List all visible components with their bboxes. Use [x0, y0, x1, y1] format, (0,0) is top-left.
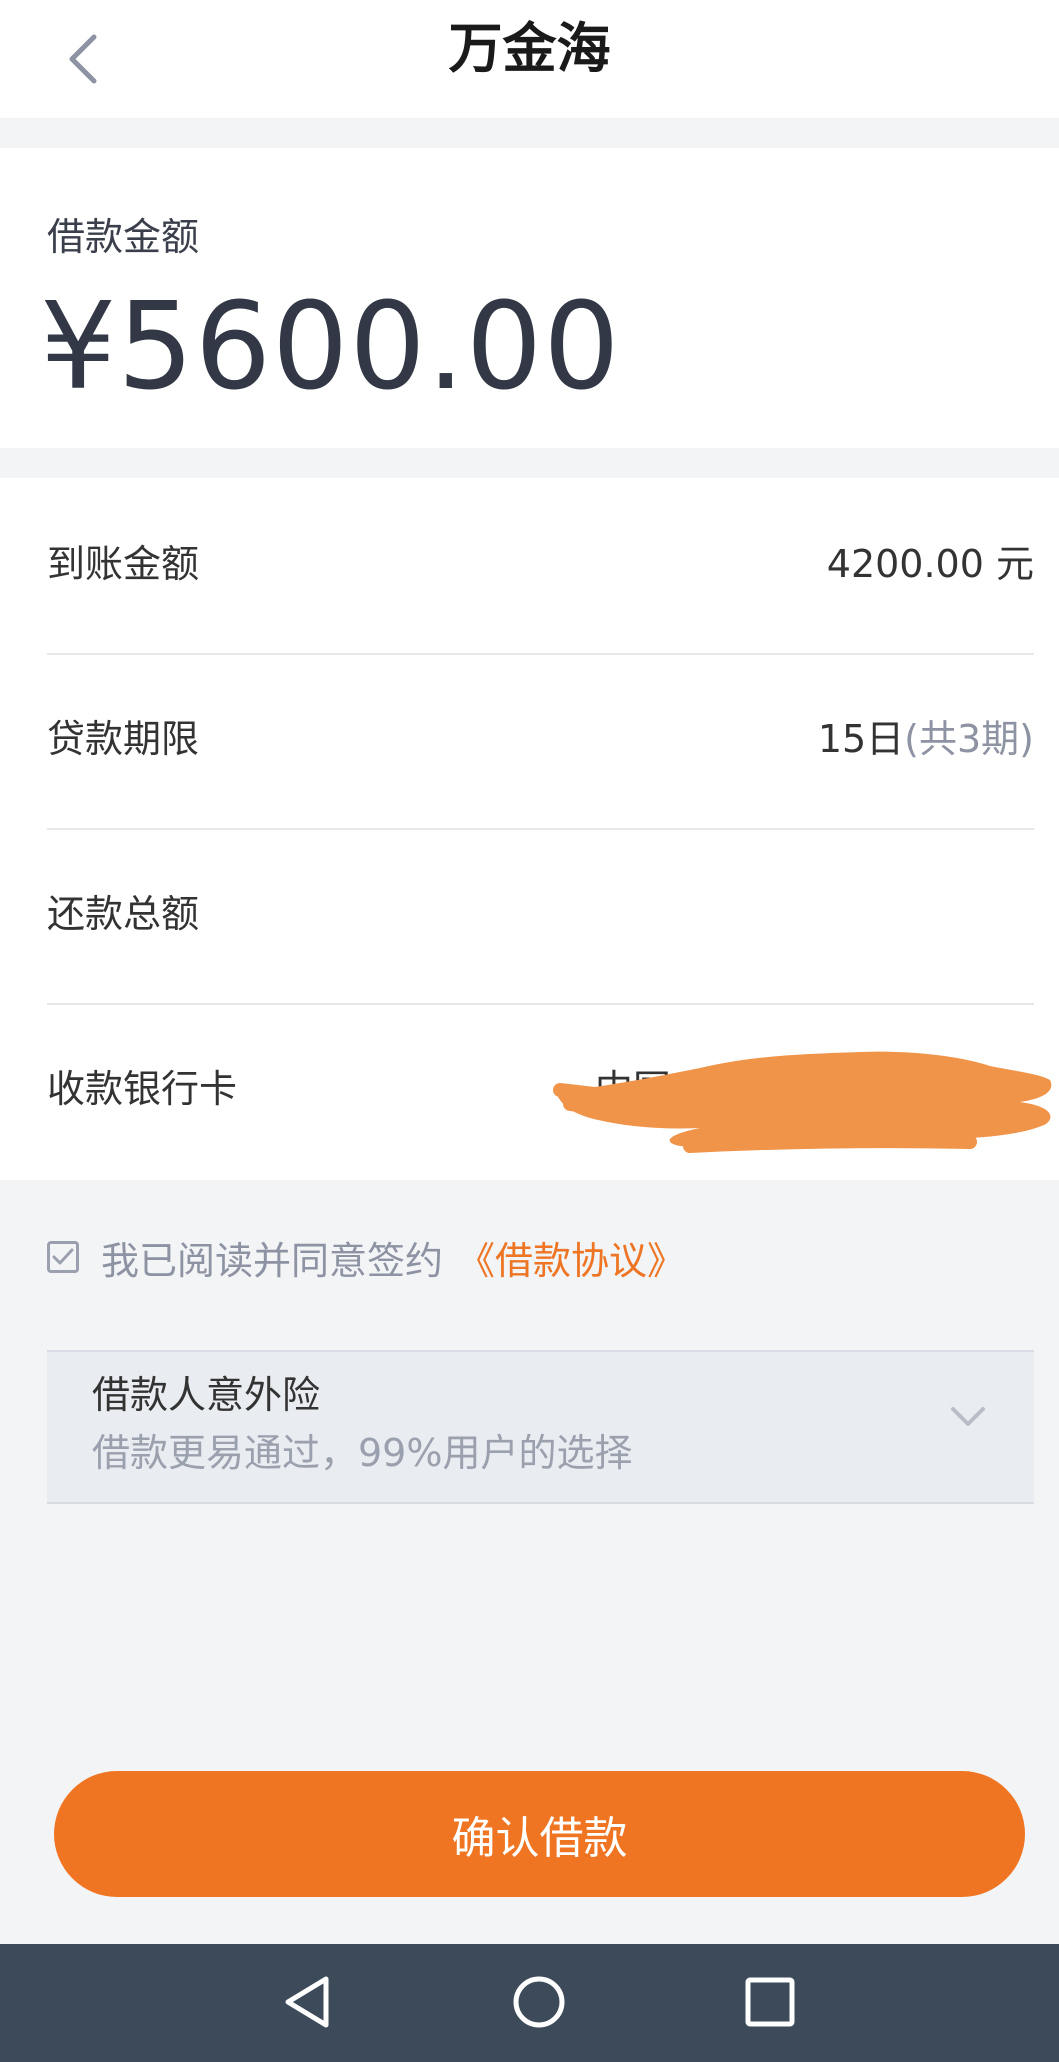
- loan-amount-value: ¥5600.00: [40, 278, 621, 417]
- loan-agreement-link[interactable]: 《借款协议》: [457, 1230, 685, 1285]
- received-amount-row: 到账金额 4200.00 元: [47, 478, 1034, 655]
- insurance-option[interactable]: 借款人意外险 借款更易通过，99%用户的选择: [47, 1350, 1034, 1504]
- loan-term-days: 15日: [817, 717, 905, 761]
- total-repayment-row: 还款总额: [47, 828, 1034, 1005]
- loan-amount-card: 借款金额 ¥5600.00: [0, 148, 1059, 448]
- page-title: 万金海: [448, 17, 611, 80]
- system-back-button[interactable]: [282, 1974, 332, 2034]
- received-amount-value: 4200.00 元: [826, 542, 1034, 586]
- circle-home-icon: [513, 1976, 565, 2028]
- agreement-text: 我已阅读并同意签约: [101, 1238, 444, 1283]
- system-home-button[interactable]: [511, 1974, 567, 2034]
- triangle-back-icon: [285, 1976, 329, 2028]
- chevron-down-icon: [951, 1407, 985, 1426]
- loan-amount-label: 借款金额: [47, 215, 200, 259]
- system-recents-button[interactable]: [744, 1974, 796, 2034]
- confirm-loan-button[interactable]: 确认借款: [54, 1771, 1025, 1897]
- insurance-subtitle: 借款更易通过，99%用户的选择: [92, 1431, 633, 1475]
- received-amount-label: 到账金额: [47, 542, 200, 586]
- loan-term-row: 贷款期限 15日(共3期): [47, 653, 1034, 830]
- redaction-scribble: [553, 1051, 1052, 1153]
- agreement-checkbox[interactable]: [47, 1241, 79, 1273]
- total-repayment-label: 还款总额: [47, 892, 200, 936]
- loan-term-value: 15日(共3期): [818, 716, 1034, 762]
- bank-card-label: 收款银行卡: [47, 1067, 238, 1111]
- insurance-title: 借款人意外险: [92, 1373, 321, 1417]
- system-navigation-bar: [0, 1944, 1059, 2062]
- loan-term-label: 贷款期限: [47, 717, 200, 761]
- loan-term-periods: (共3期): [904, 717, 1034, 761]
- square-recents-icon: [745, 1977, 795, 2027]
- navigation-bar: 万金海: [0, 0, 1059, 118]
- checkmark-icon: [52, 1248, 74, 1265]
- agreement-row: 我已阅读并同意签约 《借款协议》: [47, 1230, 685, 1285]
